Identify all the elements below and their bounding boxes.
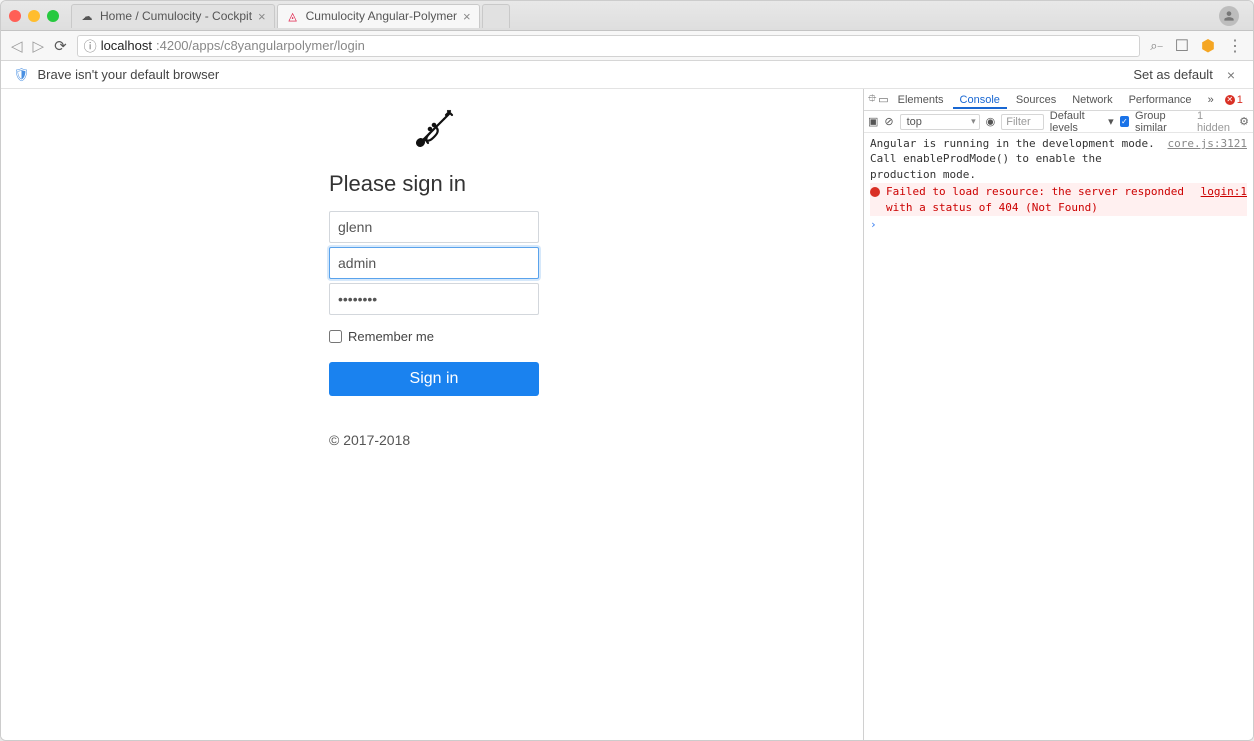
default-browser-infobar: 🛡 Brave isn't your default browser Set a…	[1, 61, 1253, 89]
maximize-window-button[interactable]	[47, 10, 59, 22]
console-error-message: Failed to load resource: the server resp…	[870, 183, 1247, 216]
devtools-tab-sources[interactable]: Sources	[1009, 91, 1063, 109]
live-expression-icon[interactable]: ◉	[986, 115, 996, 128]
error-badge[interactable]: ✕ 1	[1225, 94, 1243, 106]
omnibox[interactable]: ⓘ localhost :4200/apps/c8yangularpolymer/…	[77, 35, 1141, 57]
menu-icon[interactable]: ⋮	[1227, 36, 1243, 56]
cloud-icon: ☁︎	[80, 9, 94, 23]
console-message-text: Angular is running in the development mo…	[870, 136, 1160, 182]
tab-title: Home / Cumulocity - Cockpit	[100, 9, 252, 23]
devtools-tab-more[interactable]: »	[1201, 91, 1221, 109]
login-footer: © 2017-2018	[329, 432, 539, 448]
console-filter-input[interactable]: Filter	[1001, 114, 1044, 130]
console-sidebar-toggle-icon[interactable]: ▣	[868, 115, 878, 128]
bookmark-icon[interactable]: ☐	[1175, 36, 1189, 56]
console-prompt[interactable]: ›	[870, 216, 1247, 233]
browser-window: ☁︎ Home / Cumulocity - Cockpit × ◬ Cumul…	[0, 0, 1254, 741]
clear-console-icon[interactable]: ⊘	[884, 115, 893, 128]
devtools-tab-bar: ⯐ ▭ Elements Console Sources Network Per…	[864, 89, 1253, 111]
toolbar-right: ⌕⎯ ☐ ⬢ ⋮	[1150, 36, 1243, 56]
console-context-selector[interactable]: top	[900, 114, 980, 130]
console-message-source[interactable]: login:1	[1201, 184, 1247, 199]
window-controls	[9, 10, 59, 22]
address-bar: ◁ ▷ ⟳ ⓘ localhost :4200/apps/c8yangularpo…	[1, 31, 1253, 61]
site-info-icon[interactable]: ⓘ	[84, 36, 97, 55]
console-message-text: Failed to load resource: the server resp…	[886, 184, 1193, 215]
person-icon	[1222, 9, 1236, 23]
set-default-button[interactable]: Set as default	[1133, 67, 1213, 82]
error-count: 1	[1237, 94, 1243, 106]
close-window-button[interactable]	[9, 10, 21, 22]
reload-button[interactable]: ⟳	[54, 37, 67, 55]
shield-icon: 🛡	[13, 67, 30, 83]
password-key-icon[interactable]: ⌕⎯	[1150, 38, 1162, 54]
levels-label: Default levels	[1050, 110, 1105, 134]
forward-button[interactable]: ▷	[33, 37, 45, 55]
infobar-close-icon[interactable]: ×	[1221, 67, 1241, 83]
close-tab-icon[interactable]: ×	[258, 9, 266, 24]
group-similar-checkbox[interactable]: ✓	[1120, 116, 1129, 127]
login-form: Please sign in Remember me Sign in © 201…	[329, 105, 539, 448]
url-path: :4200/apps/c8yangularpolymer/login	[156, 38, 365, 53]
remember-me-checkbox[interactable]	[329, 330, 342, 343]
remember-me-row[interactable]: Remember me	[329, 329, 539, 344]
devtools-tab-console[interactable]: Console	[953, 91, 1007, 109]
console-message: Angular is running in the development mo…	[870, 135, 1247, 183]
tab-angular-polymer[interactable]: ◬ Cumulocity Angular-Polymer ×	[277, 4, 480, 28]
brave-shield-icon[interactable]: ⬢	[1201, 36, 1215, 56]
hidden-count: 1 hidden	[1197, 110, 1233, 134]
tab-bar: ☁︎ Home / Cumulocity - Cockpit × ◬ Cumul…	[1, 1, 1253, 31]
error-dot-icon: ✕	[1225, 95, 1235, 105]
remember-me-label: Remember me	[348, 329, 434, 344]
console-output: Angular is running in the development mo…	[864, 133, 1253, 740]
device-toolbar-icon[interactable]: ▭	[878, 93, 888, 106]
new-tab-button[interactable]	[482, 4, 510, 28]
profile-button[interactable]	[1219, 6, 1239, 26]
content-area: Please sign in Remember me Sign in © 201…	[1, 89, 1253, 740]
login-title: Please sign in	[329, 171, 539, 197]
sign-in-button[interactable]: Sign in	[329, 362, 539, 396]
console-toolbar: ▣ ⊘ top ◉ Filter Default levels ▾ ✓ Grou…	[864, 111, 1253, 133]
group-similar-label: Group similar	[1135, 110, 1191, 134]
tab-title: Cumulocity Angular-Polymer	[306, 9, 457, 23]
tab-cumulocity-cockpit[interactable]: ☁︎ Home / Cumulocity - Cockpit ×	[71, 4, 275, 28]
page-viewport: Please sign in Remember me Sign in © 201…	[1, 89, 863, 740]
console-settings-icon[interactable]: ⚙	[1239, 115, 1249, 128]
angular-icon: ◬	[286, 9, 300, 23]
username-field[interactable]	[329, 247, 539, 279]
back-button[interactable]: ◁	[11, 37, 23, 55]
console-message-source[interactable]: core.js:3121	[1168, 136, 1247, 151]
tenant-field[interactable]	[329, 211, 539, 243]
infobar-message: Brave isn't your default browser	[38, 67, 220, 82]
minimize-window-button[interactable]	[28, 10, 40, 22]
devtools-tab-elements[interactable]: Elements	[891, 91, 951, 109]
password-field[interactable]	[329, 283, 539, 315]
url-host: localhost	[101, 38, 152, 53]
devtools-menu-icon[interactable]: ⋮	[1245, 93, 1254, 106]
log-levels-selector[interactable]: Default levels ▾	[1050, 110, 1114, 134]
chevron-down-icon: ▾	[1108, 115, 1114, 128]
violin-logo-icon	[410, 105, 458, 153]
inspect-element-icon[interactable]: ⯐	[868, 90, 876, 109]
close-tab-icon[interactable]: ×	[463, 9, 471, 24]
devtools-panel: ⯐ ▭ Elements Console Sources Network Per…	[863, 89, 1253, 740]
devtools-tab-network[interactable]: Network	[1065, 91, 1119, 109]
devtools-tab-performance[interactable]: Performance	[1122, 91, 1199, 109]
